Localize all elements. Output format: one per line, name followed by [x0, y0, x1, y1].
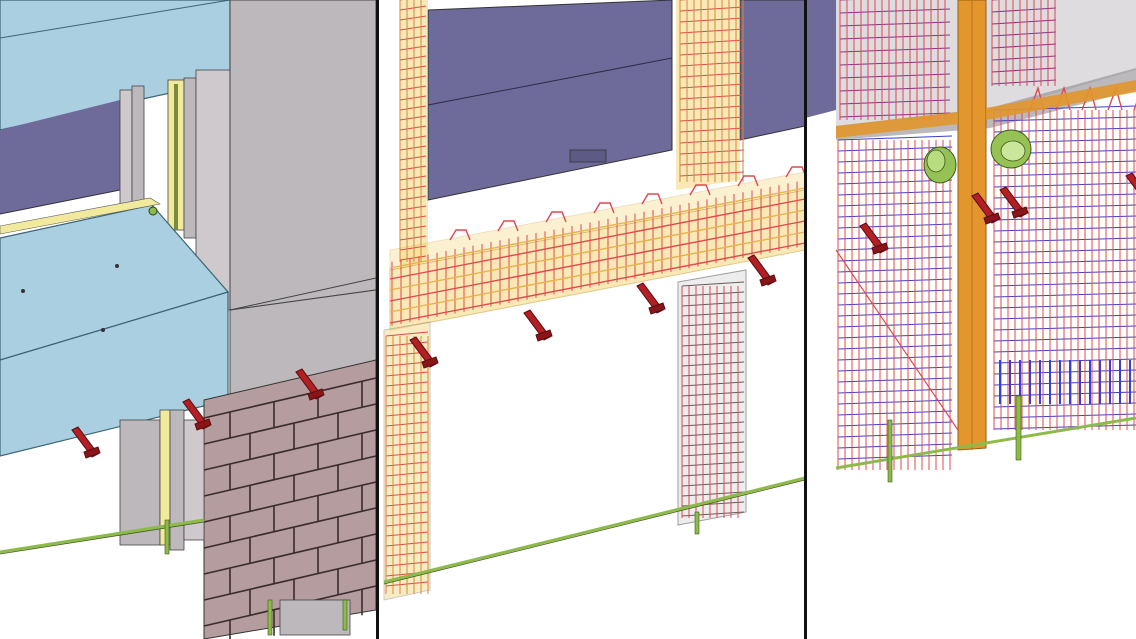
anchor-bar-icon: [1015, 395, 1022, 461]
panel-transparent-model: [383, 0, 836, 601]
anchor-bar-icon: [887, 419, 893, 483]
window-upper-glass: [427, 0, 673, 201]
corbel-icon: [523, 309, 553, 342]
bim-3d-viewport[interactable]: [0, 0, 1136, 639]
brick-cladding: [203, 359, 377, 639]
sleeve-icon: [923, 146, 957, 184]
corbel-icon: [636, 282, 666, 315]
anchor-bar-icon: [164, 519, 170, 555]
sleeve-icon: [990, 129, 1032, 169]
panel-rebar-only: [835, 0, 1136, 483]
transparent-column-middle: [677, 269, 747, 526]
anchor-bar-icon: [267, 599, 273, 636]
anchor-bar-icon: [694, 511, 700, 535]
corbel-icon: [747, 254, 777, 287]
main-column: [229, 0, 377, 311]
panel-shaded-model: [0, 0, 377, 639]
corbel-icon: [999, 186, 1029, 219]
anchor-bar-icon: [342, 599, 348, 631]
model-canvas[interactable]: [0, 0, 1136, 639]
